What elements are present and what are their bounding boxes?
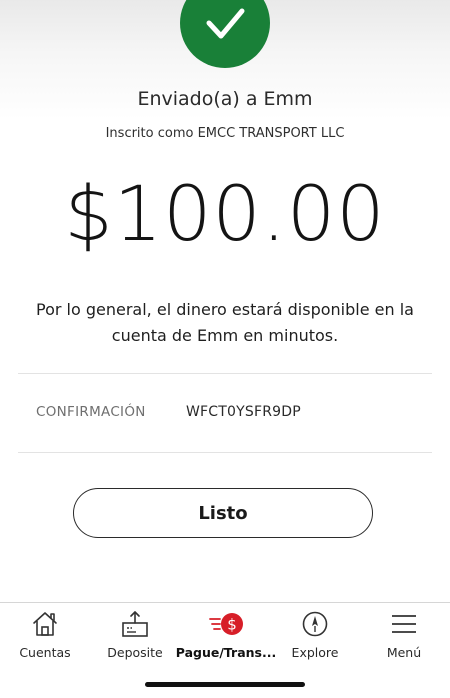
- tab-label: Menú: [386, 645, 422, 660]
- sent-to-title: Enviado(a) a Emm: [137, 88, 313, 110]
- confirmation-label: CONFIRMACIÓN: [36, 404, 146, 420]
- home-indicator[interactable]: [145, 682, 305, 687]
- availability-note: Por lo general, el dinero estará disponi…: [36, 300, 414, 345]
- confirmation-code: WFCT0YSFR9DP: [186, 404, 301, 420]
- tab-explore[interactable]: Explore: [286, 609, 344, 669]
- tab-label: Pague/Trans...: [175, 645, 277, 660]
- success-badge: [180, 0, 270, 68]
- tab-menu[interactable]: Menú: [380, 609, 428, 669]
- tab-pague-transferir[interactable]: $ Pague/Trans...: [175, 609, 277, 669]
- tab-label: Deposite: [107, 645, 163, 660]
- tab-cuentas[interactable]: Cuentas: [16, 609, 74, 669]
- deposit-icon: [120, 609, 150, 639]
- menu-icon: [389, 609, 419, 639]
- tab-label: Explore: [291, 645, 339, 660]
- divider: [18, 373, 432, 374]
- amount-display: $100.00: [64, 169, 386, 258]
- compass-icon: [300, 609, 330, 639]
- svg-text:$: $: [227, 616, 237, 634]
- home-icon: [30, 609, 60, 639]
- checkmark-icon: [206, 8, 245, 39]
- pay-transfer-icon: $: [206, 609, 246, 639]
- enrolled-as-text: Inscrito como EMCC TRANSPORT LLC: [105, 126, 345, 141]
- done-button[interactable]: Listo: [73, 488, 373, 538]
- divider: [18, 452, 432, 453]
- tab-deposite[interactable]: Deposite: [103, 609, 167, 669]
- tab-label: Cuentas: [19, 645, 71, 660]
